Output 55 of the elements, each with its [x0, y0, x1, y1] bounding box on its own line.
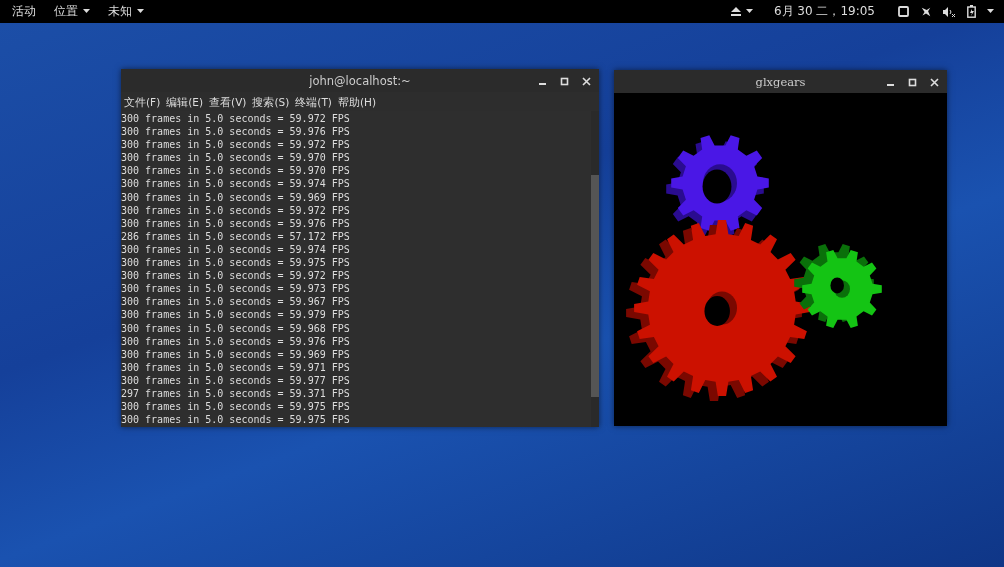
output-line: 300 frames in 5.0 seconds = 59.972 FPS	[121, 112, 351, 126]
window-icon	[898, 6, 909, 17]
window-title: john@localhost:~	[309, 73, 411, 88]
output-line: 300 frames in 5.0 seconds = 59.975 FPS	[121, 400, 351, 414]
menu-item[interactable]: 帮助(H)	[337, 95, 376, 110]
output-line: 300 frames in 5.0 seconds = 59.970 FPS	[121, 164, 351, 178]
output-line: 300 frames in 5.0 seconds = 59.972 FPS	[121, 203, 351, 217]
output-line: 300 frames in 5.0 seconds = 59.968 FPS	[121, 321, 351, 335]
output-line: 300 frames in 5.0 seconds = 59.977 FPS	[121, 373, 351, 387]
eject-menu[interactable]	[730, 7, 753, 16]
menu-item[interactable]: 终端(T)	[295, 95, 332, 110]
menu-button[interactable]: 未知	[108, 3, 144, 20]
activities-button[interactable]: 活动	[12, 3, 36, 20]
output-line: 300 frames in 5.0 seconds = 59.976 FPS	[121, 334, 351, 348]
maximize-icon	[907, 77, 917, 87]
output-line: 300 frames in 5.0 seconds = 59.975 FPS	[121, 413, 351, 427]
minimize-icon	[886, 84, 894, 86]
caret-icon	[83, 9, 90, 14]
close-icon	[929, 77, 939, 87]
output-line: 300 frames in 5.0 seconds = 59.970 FPS	[121, 151, 351, 165]
caret-icon	[137, 9, 144, 14]
output-line: 300 frames in 5.0 seconds = 59.969 FPS	[121, 190, 351, 204]
menu-item[interactable]: 编辑(E)	[166, 95, 204, 110]
maximize-icon	[559, 76, 569, 86]
output-line: 300 frames in 5.0 seconds = 59.974 FPS	[121, 177, 351, 191]
output-line: 300 frames in 5.0 seconds = 59.976 FPS	[121, 125, 351, 139]
battery-icon	[967, 5, 976, 18]
output-line: 300 frames in 5.0 seconds = 59.972 FPS	[121, 269, 351, 283]
caret-icon	[987, 9, 994, 14]
output-line: 300 frames in 5.0 seconds = 59.973 FPS	[121, 282, 351, 296]
output-line: 300 frames in 5.0 seconds = 59.972 FPS	[121, 138, 351, 152]
output-line: 300 frames in 5.0 seconds = 59.967 FPS	[121, 295, 351, 309]
output-line: 286 frames in 5.0 seconds = 57.172 FPS	[121, 229, 351, 243]
output-line: 300 frames in 5.0 seconds = 59.976 FPS	[121, 216, 351, 230]
menu-item[interactable]: 文件(F)	[124, 95, 161, 110]
window-title: glxgears	[755, 74, 806, 89]
menu-button[interactable]: 位置	[54, 3, 90, 20]
scrollbar-thumb[interactable]	[591, 175, 599, 397]
output-line: 300 frames in 5.0 seconds = 59.979 FPS	[121, 308, 351, 322]
output-line: 300 frames in 5.0 seconds = 59.969 FPS	[121, 347, 351, 361]
minimize-icon	[538, 83, 546, 85]
clock[interactable]: 6月 30 二，19:05	[773, 3, 875, 20]
output-line: 300 frames in 5.0 seconds = 59.974 FPS	[121, 242, 351, 257]
menu-item[interactable]: 搜索(S)	[252, 95, 290, 110]
output-line: 300 frames in 5.0 seconds = 59.975 FPS	[121, 256, 351, 270]
output-line: 300 frames in 5.0 seconds = 59.971 FPS	[121, 360, 351, 374]
system-menu-caret[interactable]	[987, 9, 994, 14]
eject-icon	[730, 7, 741, 16]
close-icon	[581, 76, 591, 86]
scrollbar[interactable]	[591, 111, 599, 427]
output-line: 297 frames in 5.0 seconds = 59.371 FPS	[121, 386, 351, 401]
airplane-icon	[920, 5, 932, 18]
speaker-muted-icon	[943, 5, 956, 18]
caret-icon	[745, 9, 753, 14]
menu-item[interactable]: 查看(V)	[209, 95, 247, 110]
